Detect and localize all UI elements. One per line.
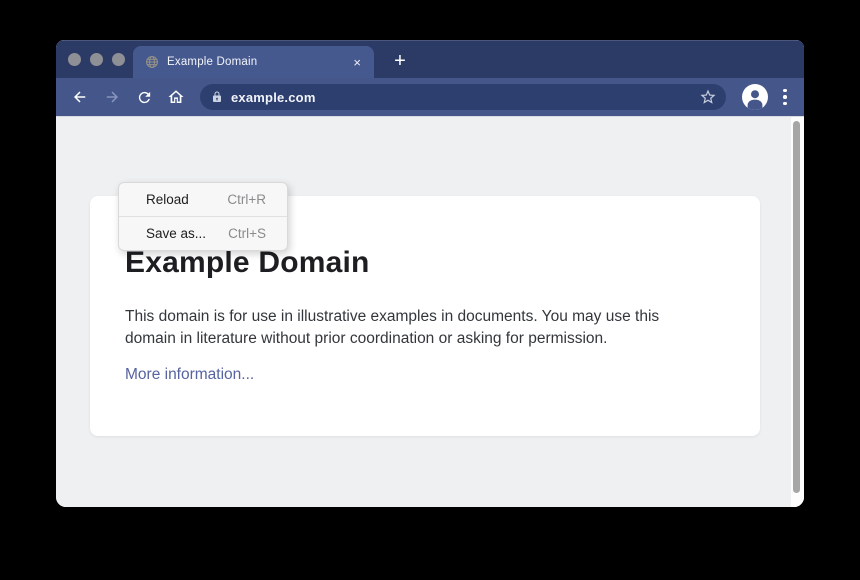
- window-close-button[interactable]: [68, 53, 81, 66]
- menu-item-shortcut: Ctrl+S: [228, 226, 266, 241]
- window-controls: [56, 53, 125, 66]
- home-button[interactable]: [162, 83, 190, 111]
- context-menu: Reload Ctrl+R Save as... Ctrl+S: [118, 182, 288, 251]
- profile-button[interactable]: [742, 84, 768, 110]
- menu-button[interactable]: [776, 83, 794, 111]
- globe-icon: [145, 55, 159, 69]
- page-viewport: Example Domain This domain is for use in…: [56, 116, 804, 507]
- star-outline-icon[interactable]: [699, 88, 717, 106]
- address-bar[interactable]: example.com: [200, 84, 726, 110]
- menu-item-label: Reload: [146, 192, 189, 207]
- reload-button[interactable]: [130, 83, 158, 111]
- arrow-left-icon: [71, 88, 89, 106]
- tab-close-icon[interactable]: ×: [350, 54, 364, 71]
- url-text: example.com: [231, 90, 691, 105]
- more-information-link[interactable]: More information...: [125, 366, 254, 384]
- lock-icon: [211, 90, 223, 104]
- browser-window: Example Domain × +: [56, 40, 804, 507]
- titlebar: Example Domain × +: [56, 40, 804, 78]
- navigation-toolbar: example.com: [56, 78, 804, 116]
- browser-tab[interactable]: Example Domain ×: [133, 46, 374, 78]
- context-menu-item-save-as[interactable]: Save as... Ctrl+S: [119, 217, 287, 250]
- arrow-right-icon: [103, 88, 121, 106]
- scrollbar-track[interactable]: [791, 117, 804, 507]
- new-tab-button[interactable]: +: [386, 48, 414, 76]
- person-circle-icon: [742, 84, 768, 110]
- page-title: Example Domain: [125, 246, 722, 280]
- menu-item-shortcut: Ctrl+R: [227, 192, 266, 207]
- forward-button[interactable]: [98, 83, 126, 111]
- kebab-vertical-icon: [783, 89, 787, 93]
- screenshot-stage: Example Domain × +: [0, 0, 860, 580]
- window-maximize-button[interactable]: [112, 53, 125, 66]
- page-body-text: This domain is for use in illustrative e…: [125, 306, 707, 350]
- window-minimize-button[interactable]: [90, 53, 103, 66]
- home-icon: [167, 88, 185, 106]
- menu-item-label: Save as...: [146, 226, 206, 241]
- context-menu-item-reload[interactable]: Reload Ctrl+R: [119, 183, 287, 216]
- scrollbar-thumb[interactable]: [793, 121, 800, 493]
- back-button[interactable]: [66, 83, 94, 111]
- reload-icon: [136, 89, 153, 106]
- tab-title: Example Domain: [167, 56, 342, 68]
